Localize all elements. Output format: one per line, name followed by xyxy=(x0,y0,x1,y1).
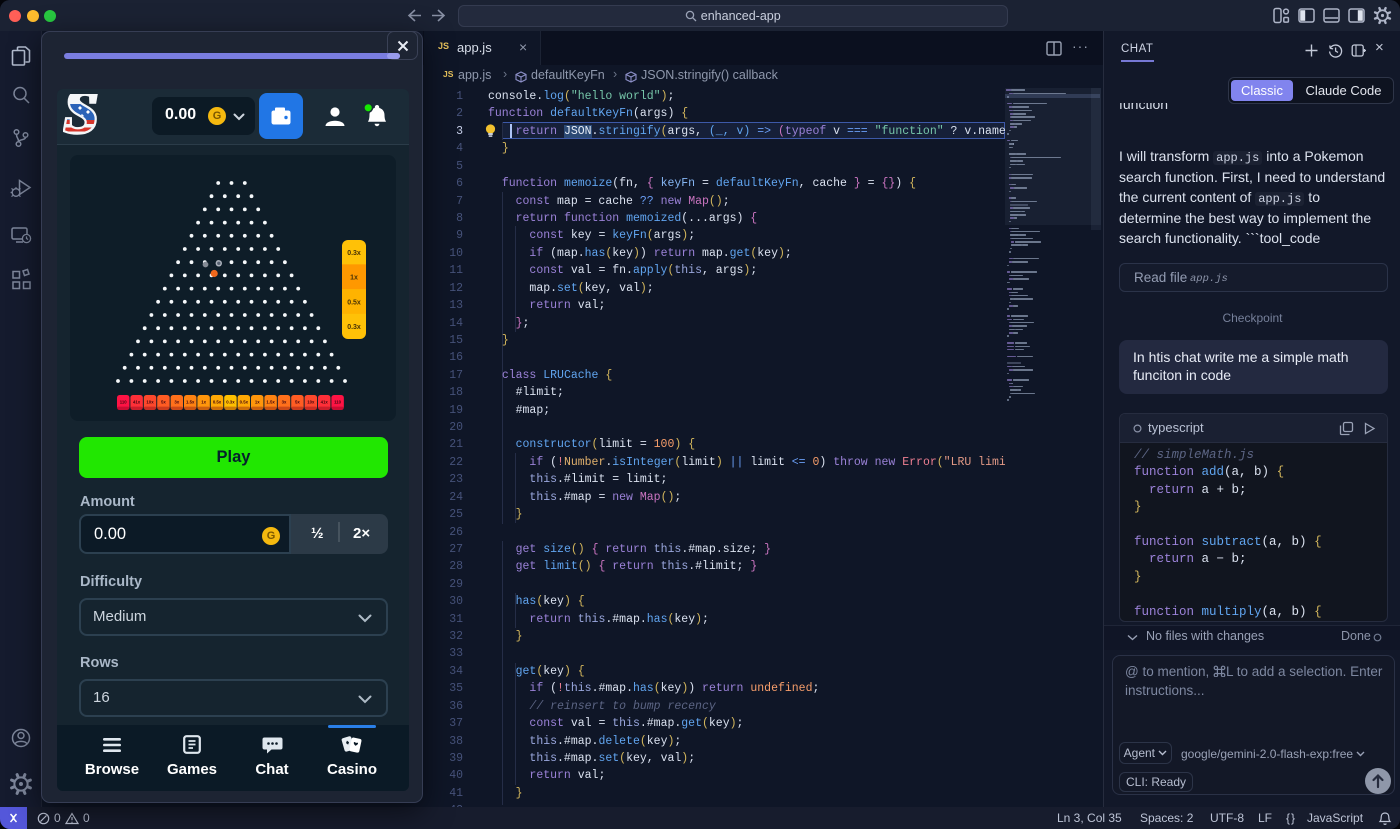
svg-text:0.3x: 0.3x xyxy=(226,400,235,405)
svg-text:1x: 1x xyxy=(255,400,260,405)
svg-text:3x: 3x xyxy=(282,400,287,405)
svg-text:0.5x: 0.5x xyxy=(347,299,361,306)
svg-text:41x: 41x xyxy=(133,400,141,405)
svg-text:3x: 3x xyxy=(174,400,179,405)
svg-text:10x: 10x xyxy=(307,400,315,405)
svg-text:0.3x: 0.3x xyxy=(347,250,361,257)
svg-text:0.3x: 0.3x xyxy=(347,324,361,331)
svg-text:110: 110 xyxy=(120,400,128,405)
svg-text:5x: 5x xyxy=(295,400,300,405)
svg-text:10x: 10x xyxy=(146,400,154,405)
svg-text:1.5x: 1.5x xyxy=(186,400,195,405)
svg-text:1.5x: 1.5x xyxy=(266,400,275,405)
svg-text:1x: 1x xyxy=(201,400,206,405)
svg-text:5x: 5x xyxy=(161,400,166,405)
svg-text:1x: 1x xyxy=(350,275,358,282)
svg-text:0.5x: 0.5x xyxy=(213,400,222,405)
svg-text:41x: 41x xyxy=(321,400,329,405)
svg-text:0.5x: 0.5x xyxy=(240,400,249,405)
svg-text:110: 110 xyxy=(334,400,342,405)
